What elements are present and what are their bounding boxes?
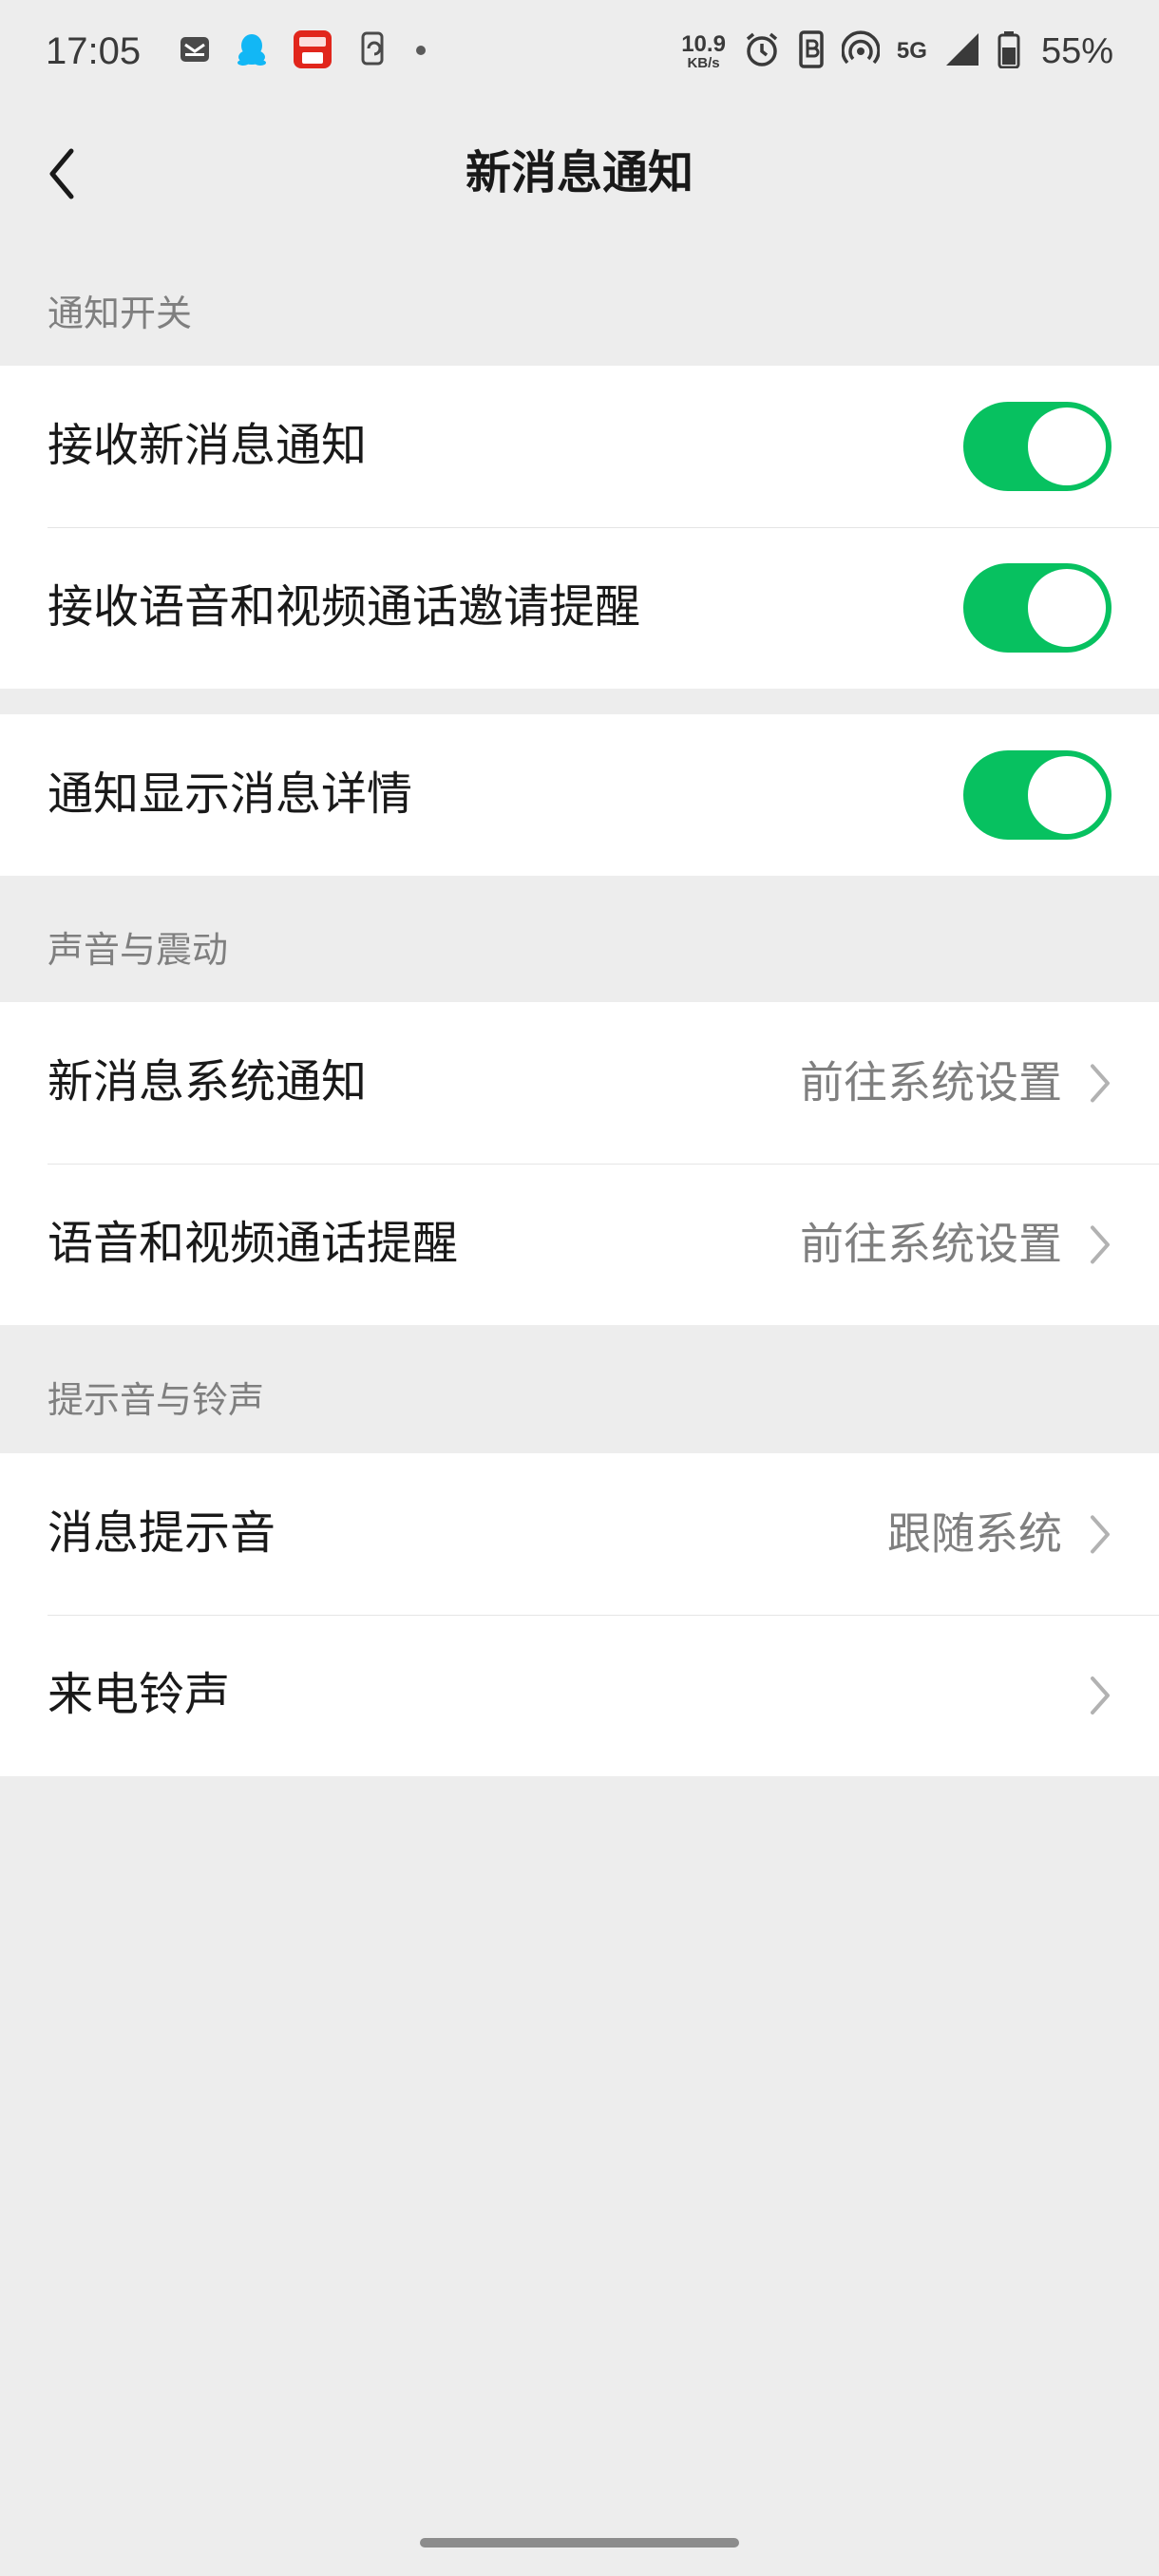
show-message-details-toggle[interactable] [963, 750, 1112, 840]
network-speed: 10.9 KB/s [681, 30, 726, 71]
chevron-right-icon [1091, 1064, 1110, 1102]
setting-value: 前往系统设置 [800, 1218, 1062, 1270]
receive-new-message-toggle[interactable] [963, 402, 1112, 491]
phone-sync-icon [357, 31, 390, 71]
unionpay-app-icon [293, 29, 332, 73]
notification-icons [179, 29, 428, 73]
network-speed-value: 10.9 [681, 30, 726, 57]
call-invite-reminder-toggle[interactable] [963, 563, 1112, 653]
setting-label: 通知显示消息详情 [48, 767, 413, 822]
group-notification-switch: 接收新消息通知 接收语音和视频通话邀请提醒 [0, 366, 1159, 689]
dot-icon [414, 43, 428, 61]
status-time: 17:05 [46, 29, 142, 72]
system-status-icons: 10.9 KB/s 5G 55% [681, 29, 1113, 73]
group-sound-vibration: 新消息系统通知 前往系统设置 语音和视频通话提醒 前往系统设置 [0, 1002, 1159, 1325]
signal-icon [944, 31, 980, 71]
setting-row-call-invite-reminder: 接收语音和视频通话邀请提醒 [0, 527, 1159, 689]
chevron-right-icon [1091, 1515, 1110, 1553]
setting-label: 语音和视频通话提醒 [48, 1217, 459, 1271]
network-speed-unit: KB/s [687, 54, 720, 71]
setting-label: 接收语音和视频通话邀请提醒 [48, 580, 641, 635]
row-right: 跟随系统 [887, 1507, 1112, 1560]
section-header-ringtones: 提示音与铃声 [48, 1379, 265, 1421]
row-right: 前往系统设置 [800, 1056, 1112, 1108]
toggle-knob [1028, 407, 1106, 485]
toggle-knob [1028, 569, 1106, 647]
setting-label: 接收新消息通知 [48, 419, 368, 473]
setting-row-show-message-details: 通知显示消息详情 [0, 714, 1159, 876]
setting-row-incoming-ringtone[interactable]: 来电铃声 [0, 1615, 1159, 1776]
mail-icon [179, 35, 211, 67]
setting-label: 来电铃声 [48, 1668, 231, 1722]
hotspot-icon [841, 30, 881, 72]
row-right: 前往系统设置 [800, 1218, 1112, 1270]
nav-bar: 新消息通知 [0, 103, 1159, 245]
page-title: 新消息通知 [465, 146, 694, 199]
setting-value: 跟随系统 [887, 1507, 1062, 1560]
alarm-icon [743, 30, 781, 72]
toggle-knob [1028, 756, 1106, 834]
battery-icon [998, 30, 1020, 72]
section-header-sound-vibration: 声音与震动 [48, 929, 229, 971]
home-indicator[interactable] [420, 2538, 739, 2548]
setting-label: 消息提示音 [48, 1506, 276, 1561]
setting-row-receive-new-message: 接收新消息通知 [0, 366, 1159, 527]
setting-value: 前往系统设置 [800, 1056, 1062, 1108]
battery-percent: 55% [1040, 30, 1113, 71]
setting-row-message-sound[interactable]: 消息提示音 跟随系统 [0, 1453, 1159, 1615]
status-bar: 17:05 10.9 KB/s 5G 55% [0, 0, 1159, 103]
qq-penguin-icon [236, 32, 268, 70]
section-header-notification-switch: 通知开关 [48, 293, 193, 334]
setting-row-system-notification[interactable]: 新消息系统通知 前往系统设置 [0, 1002, 1159, 1164]
network-type: 5G [896, 38, 927, 64]
setting-row-call-reminder[interactable]: 语音和视频通话提醒 前往系统设置 [0, 1164, 1159, 1325]
group-message-details: 通知显示消息详情 [0, 714, 1159, 876]
chevron-right-icon [1091, 1676, 1110, 1714]
group-ringtones: 消息提示音 跟随系统 来电铃声 [0, 1453, 1159, 1776]
chevron-right-icon [1091, 1225, 1110, 1263]
row-right [1089, 1675, 1112, 1716]
vibrate-icon [798, 29, 825, 73]
setting-label: 新消息系统通知 [48, 1055, 368, 1109]
